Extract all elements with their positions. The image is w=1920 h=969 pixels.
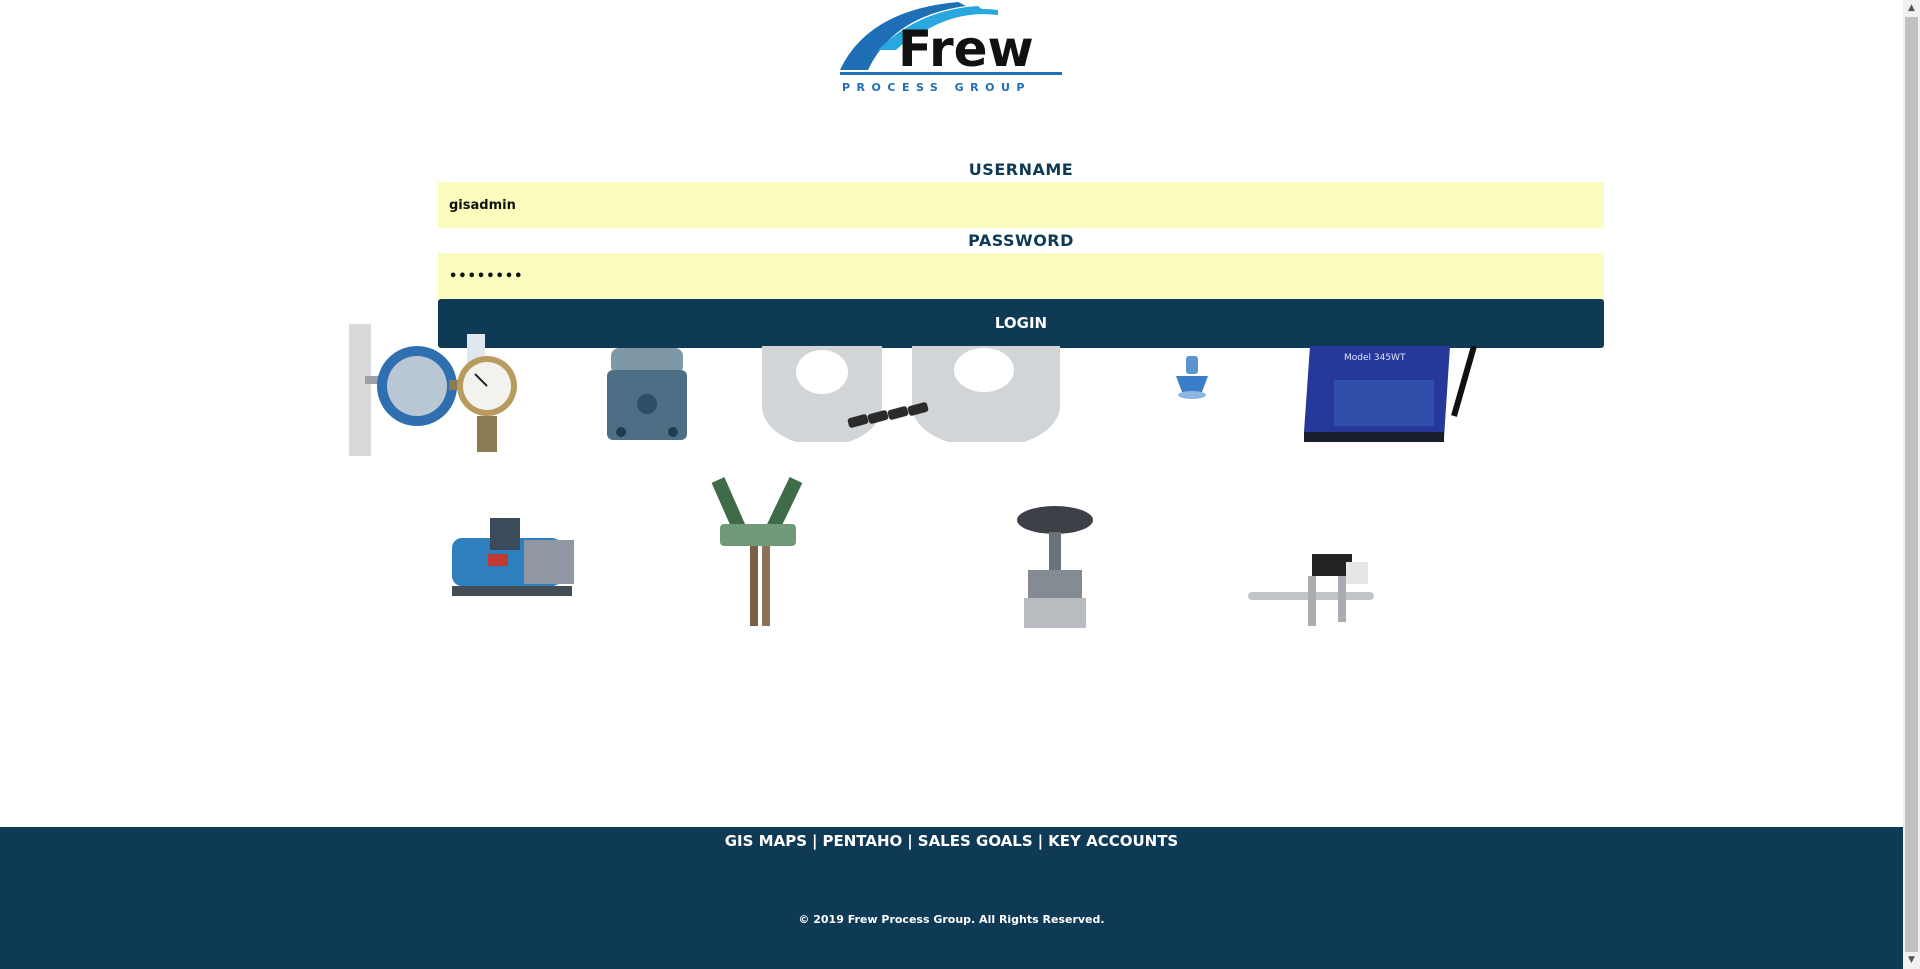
model-345wt-logger-image: Model 345WT xyxy=(1304,346,1477,442)
username-label: USERNAME xyxy=(968,160,1074,179)
footer-nav: GIS MAPS | PENTAHO | SALES GOALS | KEY ACCOUNT… xyxy=(0,832,1903,850)
scrollbar-thumb[interactable] xyxy=(1905,17,1918,952)
login-button[interactable]: LOGIN xyxy=(438,299,1604,348)
svg-text:Frew: Frew xyxy=(898,20,1034,78)
svg-text:Model 345WT: Model 345WT xyxy=(1344,353,1406,363)
control-valve-image xyxy=(1017,506,1093,628)
login-page: Frew PROCESS GROUP USERNAME PASSWORD LOG… xyxy=(0,0,1903,969)
piping-assembly-image xyxy=(1248,554,1374,626)
frew-logo: Frew PROCESS GROUP xyxy=(840,2,1062,94)
scroll-up-arrow-icon[interactable]: ▲ xyxy=(1903,0,1920,17)
password-input[interactable] xyxy=(438,253,1604,299)
gauge-assembly-image xyxy=(349,324,517,456)
pentaho-link[interactable]: PENTAHO xyxy=(823,832,903,850)
footer-separator: | xyxy=(907,832,913,850)
gis-maps-link[interactable]: GIS MAPS xyxy=(725,832,807,850)
y-valve-image xyxy=(711,476,803,626)
footer-separator: | xyxy=(1037,832,1044,850)
footer-separator: | xyxy=(812,832,818,850)
footer: GIS MAPS | PENTAHO | SALES GOALS | KEY ACCOUNT… xyxy=(0,827,1903,969)
vertical-scrollbar[interactable]: ▲ ▼ xyxy=(1903,0,1920,969)
boiler-image xyxy=(452,518,574,596)
blue-fitting-image xyxy=(1176,356,1208,399)
copyright-text: © 2019 Frew Process Group. All Rights Re… xyxy=(798,913,1105,926)
username-input[interactable] xyxy=(438,182,1604,228)
regulator-image xyxy=(607,348,687,440)
sales-goals-link[interactable]: SALES GOALS xyxy=(918,832,1033,850)
password-label: PASSWORD xyxy=(968,231,1074,250)
key-accounts-link[interactable]: KEY ACCOUNTS xyxy=(1048,832,1178,850)
scroll-down-arrow-icon[interactable]: ▼ xyxy=(1903,952,1920,969)
flange-kit-image xyxy=(762,346,1060,442)
svg-text:PROCESS GROUP: PROCESS GROUP xyxy=(842,81,1031,94)
